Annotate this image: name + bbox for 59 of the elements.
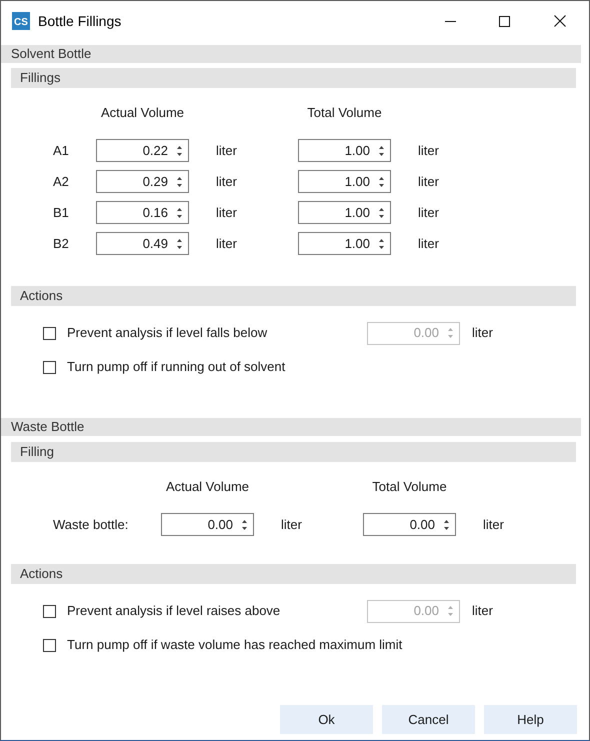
group-header: Fillings [11,68,576,88]
unit-label: liter [418,142,439,158]
column-heading: Actual Volume [166,478,250,496]
column-heading: Actual Volume [100,104,184,122]
row-label: B1 [53,204,69,220]
checkbox-label[interactable]: Turn pump off if waste volume has reached maximum limit [67,637,402,652]
row-label: A2 [53,174,69,189]
unit-label: liter [216,204,237,220]
unit-label: liter [472,602,493,620]
spin-arrows-icon[interactable] [378,206,385,220]
number-spinner[interactable]: 0.29 [96,170,189,193]
row-label: Waste bottle: [53,516,128,532]
window-title: Bottle Fillings [38,12,122,31]
number-spinner[interactable]: 0.00 [161,513,254,536]
unit-label: liter [281,516,302,532]
section-header: Waste Bottle [1,418,581,436]
dialog-button[interactable]: Ok [280,705,373,734]
minimize-icon [444,20,456,22]
spin-arrows-icon[interactable] [176,236,183,250]
number-spinner[interactable]: 1.00 [298,232,391,255]
unit-label: liter [483,516,504,532]
close-icon [554,15,566,27]
dialog-button[interactable]: Cancel [382,705,475,734]
unit-label: liter [418,174,439,189]
group-header: Filling [11,442,576,462]
unit-label: liter [216,236,237,251]
spin-arrows-icon[interactable] [378,174,385,188]
number-spinner[interactable]: 1.00 [298,139,391,162]
number-spinner[interactable]: 1.00 [298,201,391,224]
group-header: Actions [11,564,576,584]
unit-label: liter [216,142,237,158]
checkbox[interactable] [43,638,56,652]
number-spinner[interactable]: 0.16 [96,201,189,224]
number-spinner[interactable]: 0.49 [96,232,189,255]
unit-label: liter [418,204,439,220]
number-spinner[interactable]: 0.22 [96,139,189,162]
checkbox[interactable] [43,360,56,374]
spin-arrows-icon[interactable] [176,206,183,220]
unit-label: liter [418,236,439,251]
unit-label: liter [472,324,493,342]
unit-label: liter [216,174,237,189]
app-logo: CS [12,12,30,30]
spin-arrows-icon[interactable] [443,518,450,532]
spin-arrows-icon[interactable] [241,518,248,532]
column-heading: Total Volume [372,478,447,496]
row-label: A1 [53,142,69,158]
spin-arrows-icon[interactable] [176,144,183,158]
group-header: Actions [11,286,576,306]
dialog-button[interactable]: Help [484,705,577,734]
spin-arrows-icon[interactable] [176,174,183,188]
number-spinner[interactable]: 1.00 [298,170,391,193]
section-header: Solvent Bottle [1,45,581,63]
maximize-icon [498,16,510,26]
checkbox-label[interactable]: Turn pump off if running out of solvent [67,359,286,374]
spin-arrows-icon[interactable] [378,236,385,250]
spin-arrows-icon[interactable] [378,144,385,158]
column-heading: Total Volume [307,104,382,122]
row-label: B2 [53,236,69,251]
number-spinner[interactable]: 0.00 [363,513,456,536]
